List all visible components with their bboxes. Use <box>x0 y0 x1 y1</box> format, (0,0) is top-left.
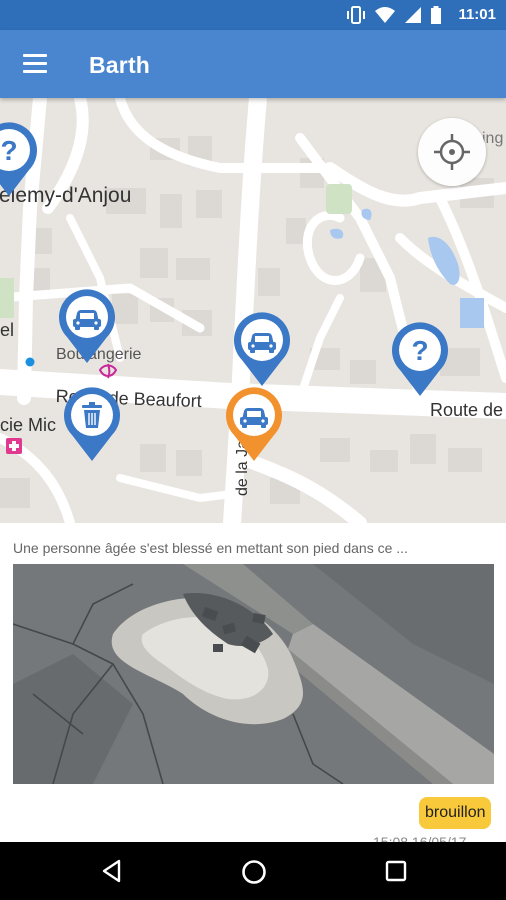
menu-icon[interactable] <box>18 50 52 78</box>
status-badge: brouillon <box>419 797 492 829</box>
map-label-pharmacy: cie Mic <box>0 415 57 435</box>
signal-icon <box>405 7 421 23</box>
recents-icon <box>385 860 407 882</box>
status-icons <box>346 6 442 24</box>
home-icon <box>242 860 266 884</box>
status-bar: 11:01 <box>0 0 506 30</box>
page-title: Barth <box>89 52 151 78</box>
vibrate-icon <box>347 6 365 24</box>
map-label-el: el <box>0 320 15 340</box>
recents-button[interactable] <box>385 860 407 887</box>
question-icon: ? <box>411 335 428 366</box>
crosshair-icon <box>434 134 470 170</box>
locate-me-button[interactable] <box>418 118 486 186</box>
map-pin-trash[interactable] <box>60 383 124 463</box>
map-pin-question[interactable]: ? <box>0 118 41 198</box>
report-photo[interactable] <box>13 564 494 784</box>
home-button[interactable] <box>241 859 267 890</box>
map-pin-car-selected[interactable] <box>222 383 286 463</box>
map-pin-question[interactable]: ? <box>388 318 452 398</box>
question-icon: ? <box>0 135 17 166</box>
wifi-icon <box>375 7 395 23</box>
back-button[interactable] <box>100 859 124 888</box>
pothole-photo <box>13 564 494 784</box>
map-view[interactable]: elemy-d'Anjou Boulangerie Route de Beauf… <box>0 98 506 523</box>
map-pin-car[interactable] <box>230 308 294 388</box>
battery-icon <box>431 6 441 24</box>
map-label-route-right: Route de <box>430 400 504 420</box>
map-pin-car[interactable] <box>55 285 119 365</box>
app-bar: Barth <box>0 30 506 98</box>
report-description: Une personne âgée s'est blessé en mettan… <box>13 540 408 556</box>
system-nav-bar <box>0 842 506 900</box>
back-icon <box>102 859 121 883</box>
report-card[interactable]: Une personne âgée s'est blessé en mettan… <box>0 523 506 850</box>
clock: 11:01 <box>458 6 496 23</box>
